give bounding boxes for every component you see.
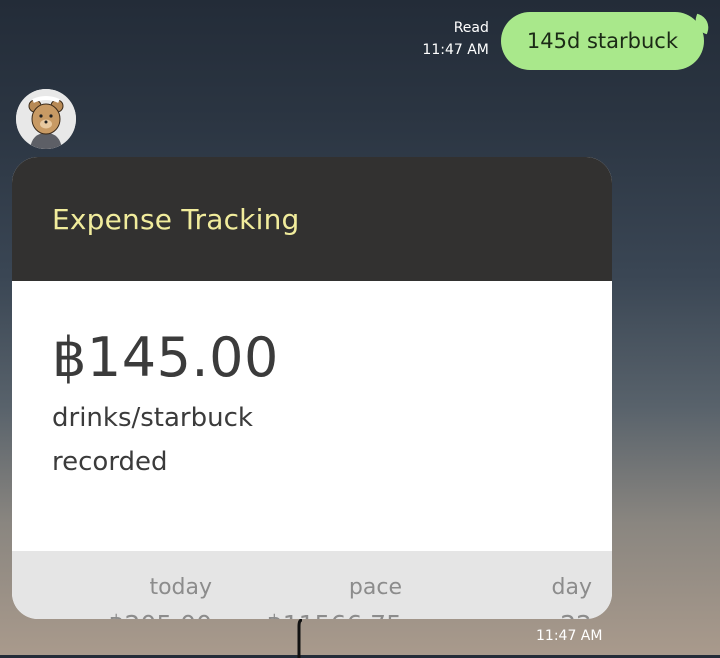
stat-today: today ฿205.00	[109, 573, 212, 619]
card-body: ฿145.00 drinks/starbuck recorded	[12, 327, 612, 551]
outgoing-message: Read 11:47 AM 145d starbuck	[422, 12, 704, 70]
stat-pace-label: pace	[348, 575, 402, 600]
card-time: 11:47 AM	[536, 628, 603, 644]
card-footer: today ฿205.00 pace ฿11566.75 day 22	[12, 551, 612, 619]
stat-today-label: today	[149, 575, 212, 600]
read-receipt: Read	[453, 20, 489, 36]
bot-avatar[interactable]	[16, 89, 76, 149]
card-header: Expense Tracking	[12, 157, 612, 281]
card-title: Expense Tracking	[52, 202, 300, 236]
stat-day-label: day	[551, 575, 592, 600]
background-wire	[297, 618, 303, 658]
stat-today-value: ฿205.00	[109, 605, 212, 619]
expense-amount: ฿145.00	[52, 326, 279, 389]
stat-pace-value: ฿11566.75	[267, 605, 402, 619]
stat-pace: pace ฿11566.75	[267, 573, 402, 619]
expense-status: recorded	[52, 447, 168, 477]
expense-category: drinks/starbuck	[52, 403, 253, 433]
stat-day-value: 22	[552, 605, 592, 619]
stat-day: day 22	[552, 573, 592, 619]
message-meta: Read 11:47 AM	[422, 17, 488, 61]
message-time: 11:47 AM	[422, 42, 489, 58]
outgoing-bubble[interactable]: 145d starbuck	[500, 12, 704, 70]
bear-avatar-icon	[16, 89, 76, 149]
expense-card: Expense Tracking ฿145.00 drinks/starbuck…	[12, 157, 612, 619]
